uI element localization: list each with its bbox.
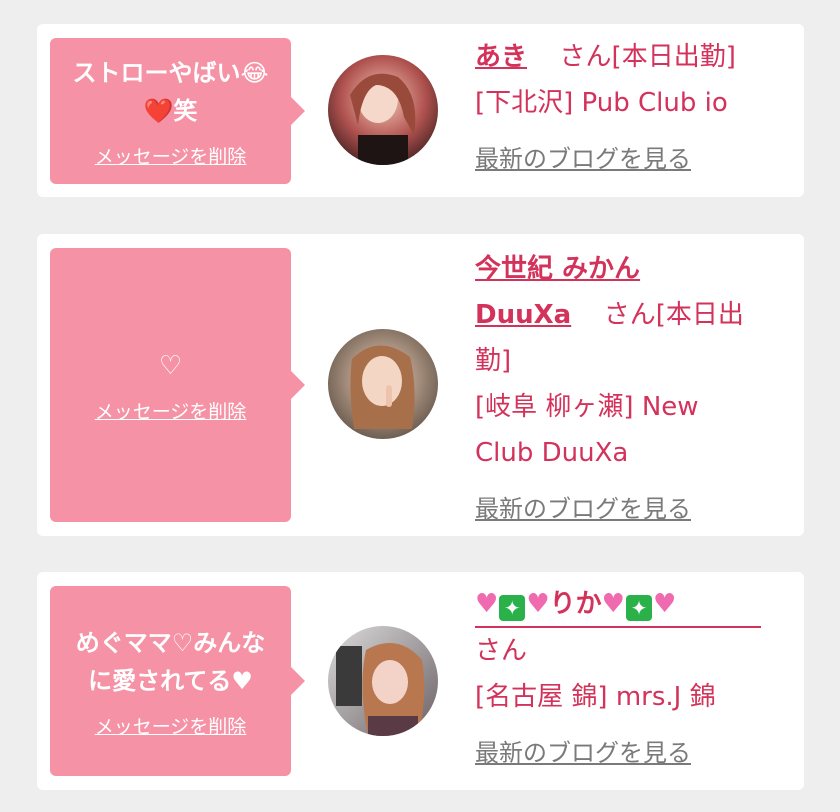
cast-name-row: ♥ ✦ ♥りか♥ ✦ ♥ bbox=[475, 582, 761, 628]
cast-info: ♥ ✦ ♥りか♥ ✦ ♥ さん [名古屋 錦] mrs.J 錦 最新のブログを見る bbox=[475, 582, 775, 776]
message-card: ♡ メッセージを削除 今世紀 みかん DuuXa さん[本日出 勤] [岐阜 柳… bbox=[37, 234, 804, 536]
heart-icon: ♥ bbox=[652, 589, 677, 619]
avatar[interactable] bbox=[328, 329, 438, 439]
shop-name-cont: Club DuuXa bbox=[475, 438, 629, 468]
shop-name: [下北沢] Pub Club io bbox=[475, 88, 728, 118]
message-bubble: ストローやばい😂 ❤️笑 メッセージを削除 bbox=[50, 38, 305, 184]
message-line: ♡ bbox=[158, 350, 183, 381]
heart-icon: ♥ bbox=[526, 589, 550, 619]
message-bubble: ♡ メッセージを削除 bbox=[50, 248, 305, 522]
shop-name: [名古屋 錦] mrs.J 錦 bbox=[475, 682, 716, 712]
message-text: ♡ bbox=[151, 347, 190, 385]
shop-name: [岐阜 柳ヶ瀬] New bbox=[475, 392, 699, 422]
message-line: ストローやばい😂 bbox=[72, 58, 269, 87]
latest-blog-link[interactable]: 最新のブログを見る bbox=[475, 495, 691, 523]
attendance-status: さん[本日出 bbox=[603, 300, 744, 330]
heart-icon: ♥ bbox=[475, 589, 499, 619]
message-card: めぐママ♡みんな に愛されてる♥ メッセージを削除 ♥ ✦ ♥りか♥ ✦ ♥ さん [ bbox=[37, 572, 804, 790]
message-line: に愛されてる♥ bbox=[88, 666, 253, 695]
message-card: ストローやばい😂 ❤️笑 メッセージを削除 あき さん[本日出勤] [下北沢] … bbox=[37, 24, 804, 197]
sparkle-icon: ✦ bbox=[499, 595, 526, 621]
latest-blog-link[interactable]: 最新のブログを見る bbox=[475, 739, 691, 767]
attendance-status: さん[本日出勤] bbox=[559, 42, 736, 72]
delete-message-link[interactable]: メッセージを削除 bbox=[95, 712, 247, 739]
cast-name-row: あき さん[本日出勤] bbox=[475, 34, 775, 80]
delete-message-link[interactable]: メッセージを削除 bbox=[95, 142, 247, 169]
attendance-status-cont: 勤] bbox=[475, 346, 512, 376]
message-text: ストローやばい😂 ❤️笑 bbox=[64, 54, 276, 130]
cast-info: あき さん[本日出勤] [下北沢] Pub Club io 最新のブログを見る bbox=[475, 34, 775, 182]
cast-name-link[interactable]: あき bbox=[475, 42, 527, 72]
attendance-status: さん bbox=[475, 636, 528, 666]
message-text: めぐママ♡みんな に愛されてる♥ bbox=[68, 624, 274, 700]
avatar-photo bbox=[328, 55, 438, 165]
avatar[interactable] bbox=[328, 626, 438, 736]
cast-name-link-cont[interactable]: DuuXa bbox=[475, 300, 571, 330]
avatar[interactable] bbox=[328, 55, 438, 165]
avatar-photo bbox=[328, 626, 438, 736]
cast-info: 今世紀 みかん DuuXa さん[本日出 勤] [岐阜 柳ヶ瀬] New Clu… bbox=[475, 246, 775, 532]
sparkle-icon: ✦ bbox=[625, 595, 652, 621]
cast-name-row: 今世紀 みかん bbox=[475, 246, 775, 292]
latest-blog-link[interactable]: 最新のブログを見る bbox=[475, 145, 691, 173]
cast-name-link[interactable]: りか bbox=[550, 589, 602, 619]
message-line: めぐママ♡みんな bbox=[75, 628, 266, 657]
message-line: ❤️笑 bbox=[143, 96, 198, 125]
delete-message-link[interactable]: メッセージを削除 bbox=[95, 397, 247, 424]
cast-name-row: DuuXa さん[本日出 bbox=[475, 292, 775, 338]
message-bubble: めぐママ♡みんな に愛されてる♥ メッセージを削除 bbox=[50, 586, 305, 776]
cast-name-link[interactable]: 今世紀 みかん bbox=[475, 254, 640, 284]
heart-icon: ♥ bbox=[601, 589, 625, 619]
avatar-photo bbox=[328, 329, 438, 439]
